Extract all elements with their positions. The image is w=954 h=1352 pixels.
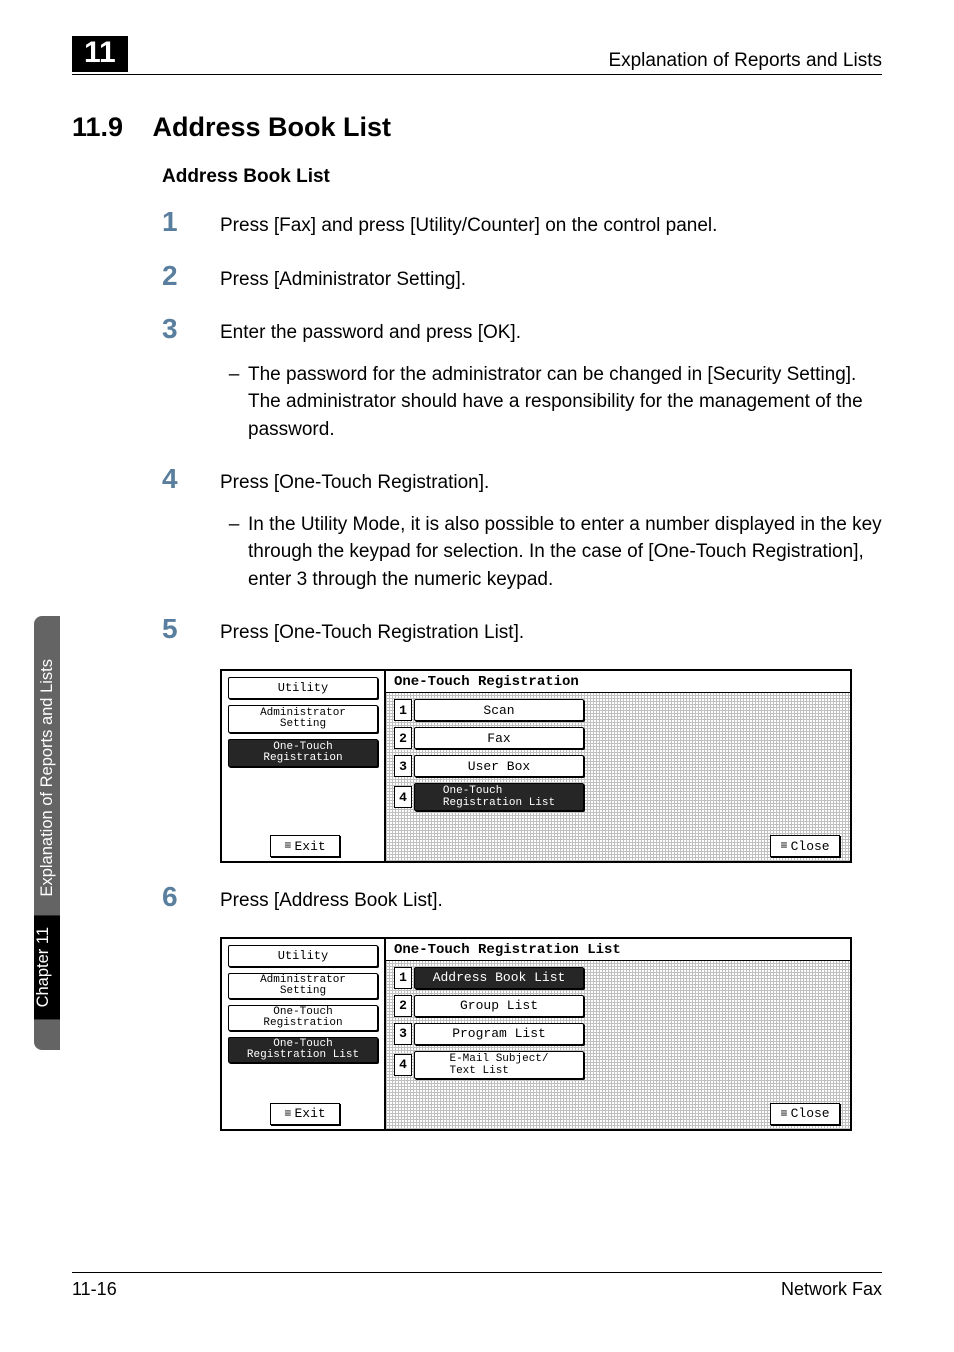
step-4-body: Press [One-Touch Registration]. – In the… — [220, 465, 882, 593]
ui-panel-a: Utility Administrator Setting One-Touch … — [220, 669, 852, 863]
panel-body: 1 Scan 2 Fax 3 User Box 4 One-Touch Regi… — [386, 693, 850, 861]
crumb-admin-setting[interactable]: Administrator Setting — [228, 705, 378, 733]
step-4-number: 4 — [162, 465, 220, 593]
section-title: 11.9 Address Book List — [72, 112, 391, 143]
group-list-button[interactable]: Group List — [414, 995, 584, 1017]
step-3-body: Enter the password and press [OK]. – The… — [220, 315, 882, 443]
step-5-text: Press [One-Touch Registration List]. — [220, 615, 524, 647]
step-5-number: 5 — [162, 615, 220, 647]
menu-index-4: 4 — [394, 1054, 412, 1076]
menu-index-1: 1 — [394, 967, 412, 989]
fax-button[interactable]: Fax — [414, 727, 584, 749]
side-tab-title: Explanation of Reports and Lists — [38, 647, 57, 909]
subsection-title: Address Book List — [162, 166, 330, 188]
step-6-number: 6 — [162, 883, 220, 915]
footer-doc-title: Network Fax — [781, 1279, 882, 1300]
menu-row-fax: 2 Fax — [394, 727, 842, 749]
menu-row-programlist: 3 Program List — [394, 1023, 842, 1045]
crumb-one-touch-registration[interactable]: One-Touch Registration — [228, 739, 378, 767]
breadcrumb-sidebar: Utility Administrator Setting One-Touch … — [222, 939, 386, 1129]
menu-index-2: 2 — [394, 995, 412, 1017]
chapter-badge: 11 — [72, 36, 128, 72]
header-line: 11 Explanation of Reports and Lists — [72, 36, 882, 75]
footer-page-number: 11-16 — [72, 1279, 117, 1300]
crumb-one-touch-registration-list[interactable]: One-Touch Registration List — [228, 1037, 378, 1063]
breadcrumb-sidebar: Utility Administrator Setting One-Touch … — [222, 671, 386, 861]
step-3-subtext: The password for the administrator can b… — [248, 361, 882, 444]
close-button[interactable]: Close — [770, 1103, 840, 1125]
exit-button[interactable]: Exit — [270, 1103, 340, 1125]
menu-row-scan: 1 Scan — [394, 699, 842, 721]
section-title-text: Address Book List — [153, 112, 392, 142]
side-tab-chapter: Chapter 11 — [34, 915, 60, 1019]
menu-index-3: 3 — [394, 755, 412, 777]
step-6-text: Press [Address Book List]. — [220, 883, 443, 915]
address-book-list-button[interactable]: Address Book List — [414, 967, 584, 989]
menu-row-emailsubject: 4 E-Mail Subject/ Text List — [394, 1051, 842, 1079]
crumb-utility[interactable]: Utility — [228, 945, 378, 967]
email-subject-text-list-button[interactable]: E-Mail Subject/ Text List — [414, 1051, 584, 1079]
scan-button[interactable]: Scan — [414, 699, 584, 721]
step-5: 5 Press [One-Touch Registration List]. — [162, 615, 882, 647]
menu-row-userbox: 3 User Box — [394, 755, 842, 777]
side-tab: Explanation of Reports and Lists Chapter… — [34, 616, 60, 1050]
step-2-number: 2 — [162, 262, 220, 294]
step-4-subitem: – In the Utility Mode, it is also possib… — [220, 511, 882, 594]
step-2: 2 Press [Administrator Setting]. — [162, 262, 882, 294]
step-3-text: Enter the password and press [OK]. — [220, 322, 521, 343]
step-6: 6 Press [Address Book List]. — [162, 883, 882, 915]
dash-icon: – — [220, 361, 248, 444]
step-4-text: Press [One-Touch Registration]. — [220, 472, 489, 493]
one-touch-registration-list-button[interactable]: One-Touch Registration List — [414, 783, 584, 811]
menu-row-reglist: 4 One-Touch Registration List — [394, 783, 842, 811]
menu-row-grouplist: 2 Group List — [394, 995, 842, 1017]
step-3: 3 Enter the password and press [OK]. – T… — [162, 315, 882, 443]
crumb-one-touch-registration[interactable]: One-Touch Registration — [228, 1005, 378, 1031]
panel-right: One-Touch Registration 1 Scan 2 Fax 3 Us… — [386, 671, 850, 861]
close-button[interactable]: Close — [770, 835, 840, 857]
panel-title: One-Touch Registration — [386, 671, 850, 693]
menu-index-1: 1 — [394, 699, 412, 721]
panel-title: One-Touch Registration List — [386, 939, 850, 961]
dash-icon: – — [220, 511, 248, 594]
step-1-number: 1 — [162, 208, 220, 240]
program-list-button[interactable]: Program List — [414, 1023, 584, 1045]
menu-index-2: 2 — [394, 727, 412, 749]
screenshot-one-touch-registration: Utility Administrator Setting One-Touch … — [220, 669, 882, 863]
step-3-number: 3 — [162, 315, 220, 443]
page-footer: 11-16 Network Fax — [72, 1272, 882, 1300]
step-1-text: Press [Fax] and press [Utility/Counter] … — [220, 208, 717, 240]
step-1: 1 Press [Fax] and press [Utility/Counter… — [162, 208, 882, 240]
menu-index-4: 4 — [394, 786, 412, 808]
page-header: 11 Explanation of Reports and Lists — [0, 36, 954, 75]
user-box-button[interactable]: User Box — [414, 755, 584, 777]
step-4: 4 Press [One-Touch Registration]. – In t… — [162, 465, 882, 593]
screenshot-one-touch-registration-list: Utility Administrator Setting One-Touch … — [220, 937, 882, 1131]
crumb-utility[interactable]: Utility — [228, 677, 378, 699]
section-number: 11.9 — [72, 112, 146, 143]
ui-panel-b: Utility Administrator Setting One-Touch … — [220, 937, 852, 1131]
panel-body: 1 Address Book List 2 Group List 3 Progr… — [386, 961, 850, 1129]
menu-row-addressbook: 1 Address Book List — [394, 967, 842, 989]
menu-index-3: 3 — [394, 1023, 412, 1045]
step-2-text: Press [Administrator Setting]. — [220, 262, 466, 294]
exit-button[interactable]: Exit — [270, 835, 340, 857]
steps-list: 1 Press [Fax] and press [Utility/Counter… — [162, 208, 882, 1151]
crumb-admin-setting[interactable]: Administrator Setting — [228, 973, 378, 999]
step-3-subitem: – The password for the administrator can… — [220, 361, 882, 444]
panel-right: One-Touch Registration List 1 Address Bo… — [386, 939, 850, 1129]
header-right-text: Explanation of Reports and Lists — [608, 50, 882, 72]
step-4-subtext: In the Utility Mode, it is also possible… — [248, 511, 882, 594]
